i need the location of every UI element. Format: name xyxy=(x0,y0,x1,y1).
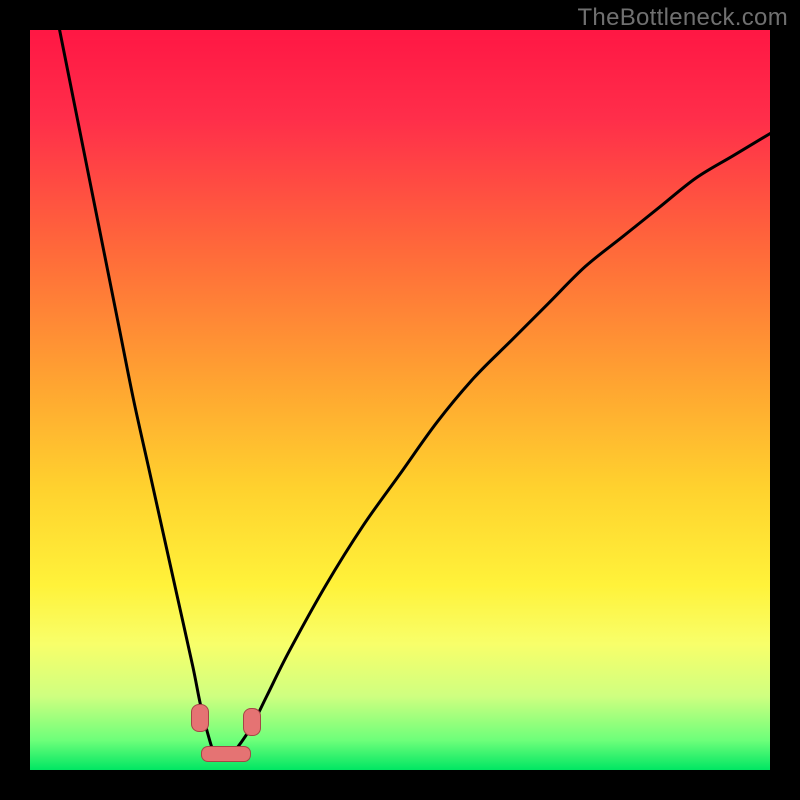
plot-area xyxy=(30,30,770,770)
outer-frame: TheBottleneck.com xyxy=(0,0,800,800)
left-marker-dot xyxy=(191,704,209,732)
curve-layer xyxy=(30,30,770,770)
floor-marker-bar xyxy=(201,746,251,762)
bottleneck-curve-path xyxy=(60,30,770,757)
right-marker-dot xyxy=(243,708,261,736)
watermark-text: TheBottleneck.com xyxy=(577,4,788,32)
